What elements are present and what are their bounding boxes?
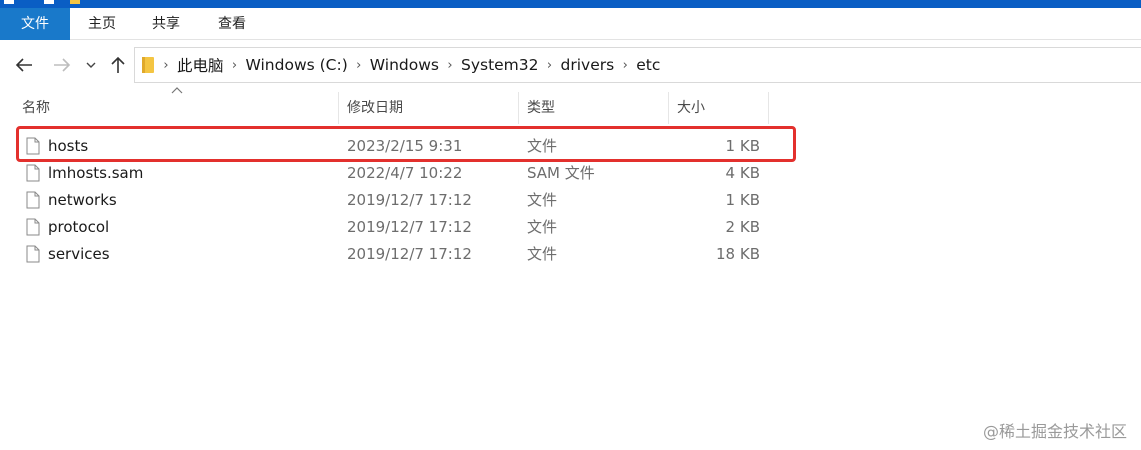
navigation-bar: › 此电脑 › Windows (C:) › Windows › System3… [0,41,1141,89]
breadcrumb-windows[interactable]: Windows [370,56,439,74]
file-name: services [48,245,110,263]
chevron-right-icon[interactable]: › [614,58,636,73]
breadcrumb-system32[interactable]: System32 [461,56,539,74]
up-button[interactable] [106,53,130,77]
chevron-right-icon[interactable]: › [439,58,461,73]
file-name: networks [48,191,117,209]
arrow-left-icon [15,58,32,72]
watermark: @稀土掘金技术社区 [982,422,1127,441]
recent-locations-button[interactable] [80,53,102,77]
tab-view[interactable]: 查看 [206,8,258,40]
file-date: 2019/12/7 17:12 [347,218,472,236]
file-icon [26,191,40,209]
chevron-right-icon[interactable]: › [155,58,177,73]
file-type: 文件 [527,245,558,263]
back-button[interactable] [12,53,36,77]
tab-share[interactable]: 共享 [140,8,192,40]
chevron-down-icon [86,62,96,68]
highlight-box [16,126,796,162]
column-header-name[interactable]: 名称 [14,92,339,124]
breadcrumb-etc[interactable]: etc [636,56,660,74]
file-type: 文件 [527,191,558,209]
breadcrumb-drive-c[interactable]: Windows (C:) [246,56,348,74]
file-size: 18 KB [716,245,760,263]
tab-file[interactable]: 文件 [0,8,70,40]
chevron-right-icon[interactable]: › [539,58,561,73]
arrow-right-icon [54,58,71,72]
file-icon [26,164,40,182]
quick-access-icon[interactable] [44,0,54,4]
file-type: SAM 文件 [527,164,595,182]
file-row-networks[interactable]: networks 2019/12/7 17:12 文件 1 KB [14,187,774,214]
file-icon [26,245,40,263]
breadcrumb-drivers[interactable]: drivers [561,56,615,74]
file-date: 2022/4/7 10:22 [347,164,463,182]
tab-home[interactable]: 主页 [76,8,128,40]
file-size: 4 KB [725,164,760,182]
chevron-right-icon[interactable]: › [224,58,246,73]
file-type: 文件 [527,218,558,236]
file-row-lmhosts[interactable]: lmhosts.sam 2022/4/7 10:22 SAM 文件 4 KB [14,160,774,187]
file-size: 2 KB [725,218,760,236]
arrow-up-icon [111,56,125,73]
column-header-date[interactable]: 修改日期 [339,92,519,124]
folder-icon [141,56,155,74]
file-icon [26,218,40,236]
column-headers: 名称 修改日期 类型 大小 [0,92,1141,124]
file-row-services[interactable]: services 2019/12/7 17:12 文件 18 KB [14,241,774,268]
quick-access-icon[interactable] [4,0,14,4]
chevron-right-icon[interactable]: › [348,58,370,73]
column-header-size[interactable]: 大小 [669,92,769,124]
file-size: 1 KB [725,191,760,209]
file-date: 2019/12/7 17:12 [347,245,472,263]
file-date: 2019/12/7 17:12 [347,191,472,209]
column-header-type[interactable]: 类型 [519,92,669,124]
file-row-protocol[interactable]: protocol 2019/12/7 17:12 文件 2 KB [14,214,774,241]
file-name: protocol [48,218,110,236]
folder-icon[interactable] [70,0,80,4]
title-bar [0,0,1141,8]
breadcrumb-this-pc[interactable]: 此电脑 [177,54,224,76]
ribbon-tabs: 文件 主页 共享 查看 [0,8,1141,40]
forward-button[interactable] [50,53,74,77]
file-name: lmhosts.sam [48,164,144,182]
address-bar[interactable]: › 此电脑 › Windows (C:) › Windows › System3… [134,47,1141,83]
